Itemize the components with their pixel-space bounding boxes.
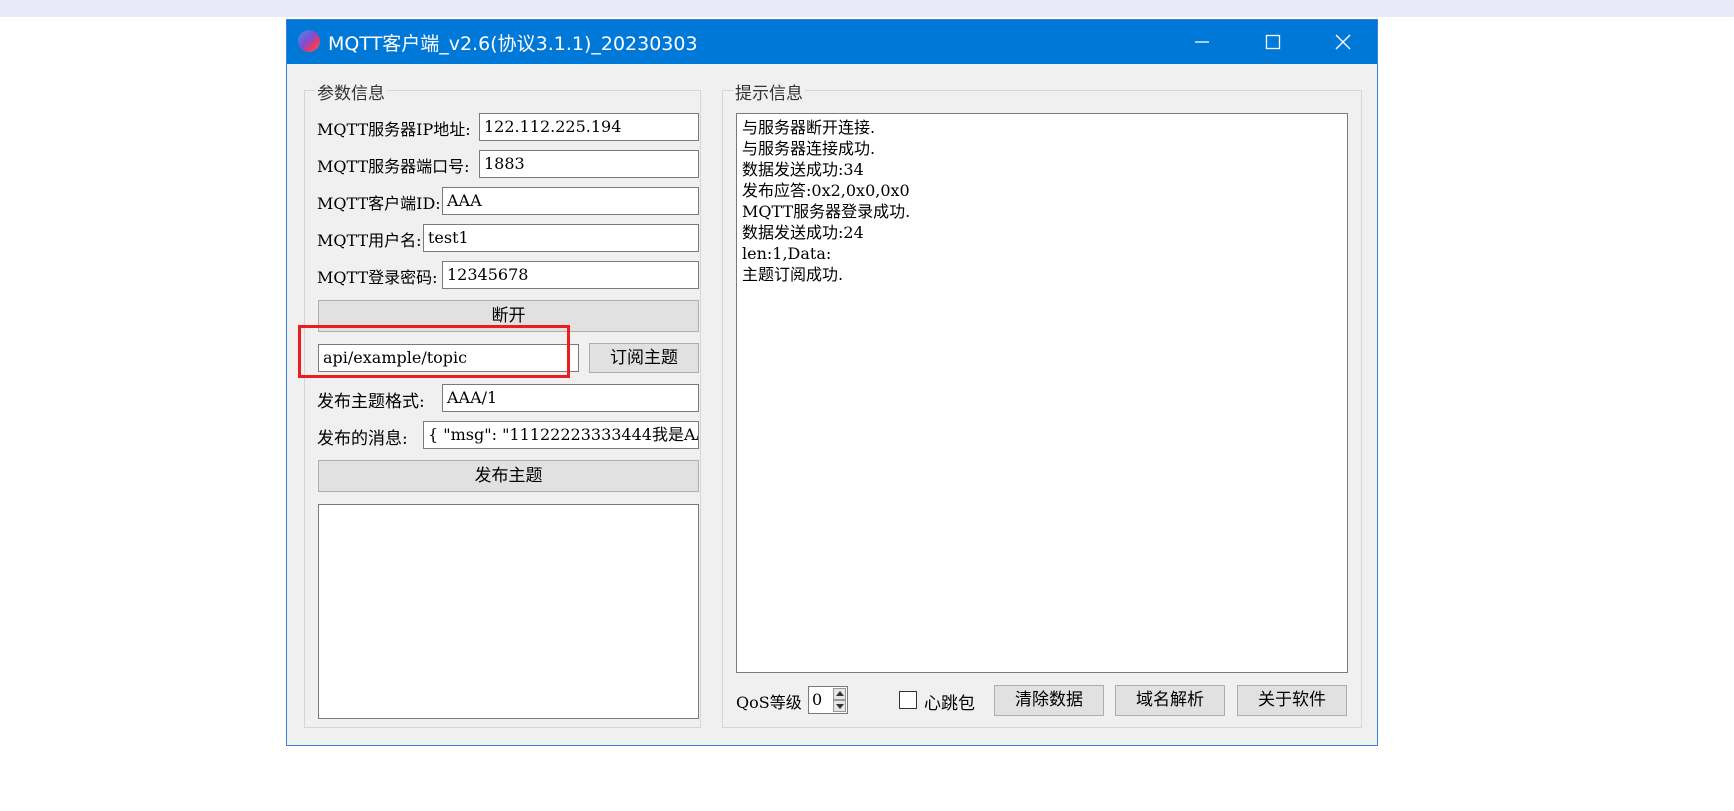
browser-top-strip [0, 0, 1734, 17]
spin-down-icon[interactable] [833, 700, 846, 712]
server-port-label: MQTT服务器端口号: [317, 157, 470, 176]
log-line: 主题订阅成功. [742, 265, 844, 284]
subscribe-button[interactable]: 订阅主题 [589, 343, 699, 373]
publish-message-label: 发布的消息: [317, 429, 408, 449]
publish-topic-label: 发布主题格式: [317, 392, 425, 412]
password-label: MQTT登录密码: [317, 268, 438, 287]
client-id-label: MQTT客户端ID: [317, 194, 441, 213]
mqtt-client-window: MQTT客户端_v2.6(协议3.1.1)_20230303 参数信息 MQTT… [286, 19, 1378, 746]
log-area[interactable]: 与服务器断开连接. 与服务器连接成功. 数据发送成功:34 发布应答:0x2,0… [736, 113, 1348, 673]
close-button[interactable] [1308, 20, 1378, 64]
qos-value: 0 [812, 690, 823, 709]
dns-resolve-button[interactable]: 域名解析 [1115, 685, 1225, 716]
username-input[interactable]: test1 [423, 224, 699, 252]
publish-button[interactable]: 发布主题 [318, 460, 699, 492]
heartbeat-label: 心跳包 [924, 694, 975, 714]
close-icon [1335, 34, 1351, 50]
qos-label: QoS等级 [736, 693, 802, 712]
params-legend: 参数信息 [315, 79, 387, 104]
log-line: len:1,Data: [742, 244, 832, 263]
publish-message-input[interactable]: { "msg": "11122223333444我是AA [423, 421, 699, 449]
log-line: 发布应答:0x2,0x0,0x0 [742, 181, 910, 200]
password-input[interactable]: 12345678 [442, 261, 699, 289]
minimize-button[interactable] [1167, 20, 1237, 64]
maximize-button[interactable] [1238, 20, 1308, 64]
username-label: MQTT用户名: [317, 231, 422, 250]
server-ip-input[interactable]: 122.112.225.194 [479, 113, 699, 141]
app-icon [298, 30, 320, 52]
server-ip-label: MQTT服务器IP地址: [317, 120, 471, 139]
publish-topic-input[interactable]: AAA/1 [442, 384, 699, 412]
qos-spinner[interactable]: 0 [808, 686, 848, 714]
received-messages-area[interactable] [318, 504, 699, 719]
info-legend: 提示信息 [733, 79, 805, 104]
info-group: 提示信息 与服务器断开连接. 与服务器连接成功. 数据发送成功:34 发布应答:… [722, 79, 1362, 728]
log-line: 数据发送成功:24 [742, 223, 864, 242]
minimize-icon [1195, 41, 1209, 43]
log-line: MQTT服务器登录成功. [742, 202, 911, 221]
server-port-input[interactable]: 1883 [479, 150, 699, 178]
clear-data-button[interactable]: 清除数据 [994, 685, 1104, 716]
title-bar[interactable]: MQTT客户端_v2.6(协议3.1.1)_20230303 [287, 20, 1377, 64]
spin-up-icon[interactable] [833, 688, 846, 700]
annotation-highlight-box [298, 325, 570, 378]
window-title: MQTT客户端_v2.6(协议3.1.1)_20230303 [328, 33, 698, 55]
log-line: 与服务器断开连接. [742, 118, 876, 137]
about-button[interactable]: 关于软件 [1237, 685, 1347, 716]
params-group: 参数信息 MQTT服务器IP地址: 122.112.225.194 MQTT服务… [304, 79, 701, 728]
heartbeat-checkbox[interactable] [899, 691, 917, 709]
client-id-input[interactable]: AAA [442, 187, 699, 215]
log-line: 与服务器连接成功. [742, 139, 876, 158]
maximize-icon [1265, 34, 1281, 50]
log-line: 数据发送成功:34 [742, 160, 864, 179]
